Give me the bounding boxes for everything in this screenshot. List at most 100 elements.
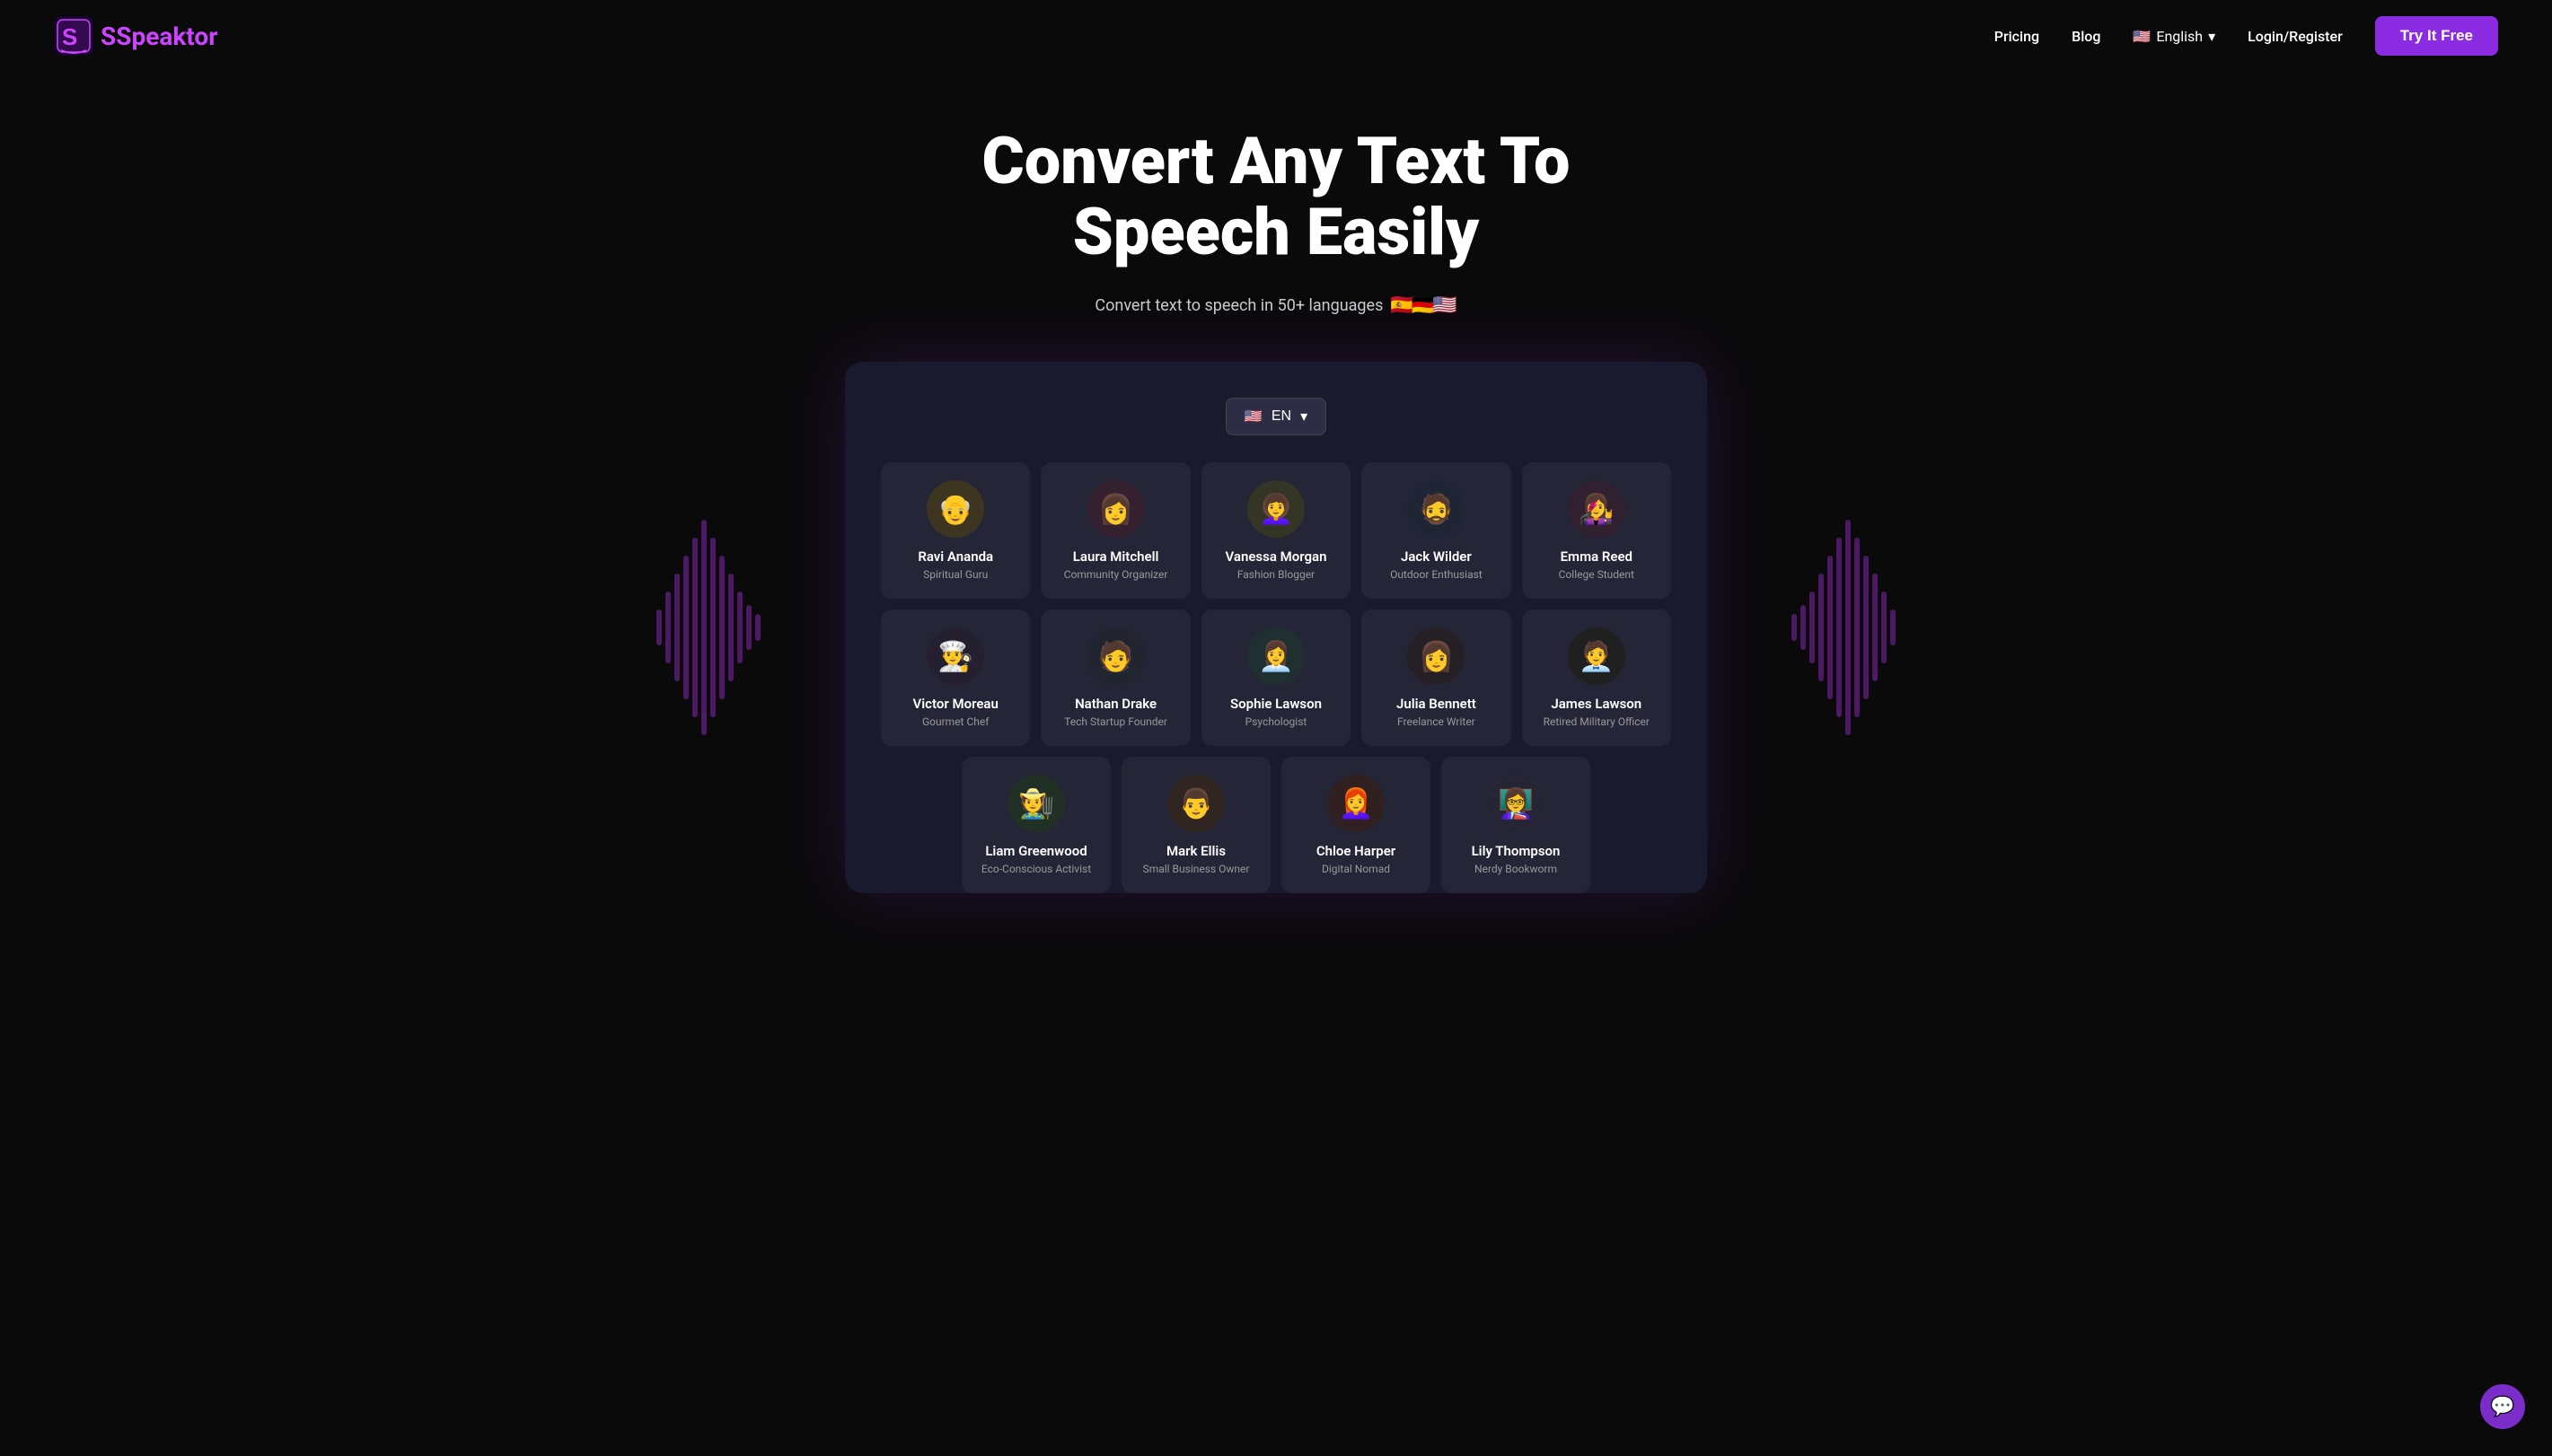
voice-role: Nerdy Bookworm bbox=[1452, 863, 1580, 875]
wave-bar bbox=[1818, 574, 1824, 681]
wave-bar bbox=[728, 574, 734, 681]
voice-role: Psychologist bbox=[1212, 715, 1340, 728]
voice-role: Freelance Writer bbox=[1372, 715, 1500, 728]
wave-bar bbox=[1872, 574, 1878, 681]
app-language-dropdown: 🇺🇸 EN ▾ bbox=[881, 398, 1671, 435]
voice-role: Tech Startup Founder bbox=[1052, 715, 1179, 728]
wave-bar bbox=[1845, 520, 1851, 735]
voice-role: Retired Military Officer bbox=[1533, 715, 1660, 728]
wave-bar bbox=[1791, 614, 1797, 641]
nav-pricing[interactable]: Pricing bbox=[1994, 28, 2039, 45]
chevron-down-icon: ▾ bbox=[2208, 28, 2215, 45]
voice-name: Lily Thompson bbox=[1452, 843, 1580, 859]
voice-name: Liam Greenwood bbox=[972, 843, 1100, 859]
voice-card[interactable]: 🧑‍💼 James Lawson Retired Military Officer bbox=[1522, 610, 1671, 746]
voice-avatar: 👩‍🦰 bbox=[1327, 775, 1385, 832]
app-flag-icon: 🇺🇸 bbox=[1245, 408, 1263, 425]
wave-bar bbox=[719, 556, 725, 699]
app-window: 🇺🇸 EN ▾ 👴 Ravi Ananda Spiritual Guru 👩 Laura… bbox=[845, 362, 1707, 893]
voice-grid-row2: 👨‍🍳 Victor Moreau Gourmet Chef 🧑 Nathan Drak… bbox=[881, 610, 1671, 746]
voice-card[interactable]: 👩 Laura Mitchell Community Organizer bbox=[1041, 462, 1190, 599]
wave-bar bbox=[1890, 610, 1896, 645]
voice-card[interactable]: 👨Mark EllisSmall Business Owner bbox=[1122, 757, 1271, 893]
voice-avatar: 👴 bbox=[927, 480, 984, 538]
hero-subtitle-text: Convert text to speech in 50+ languages bbox=[1095, 296, 1383, 315]
voice-avatar: 👩‍🎤 bbox=[1568, 480, 1625, 538]
hero-title: Convert Any Text To Speech Easily bbox=[872, 126, 1680, 268]
voice-avatar: 👩‍💼 bbox=[1247, 627, 1305, 685]
flag-us: 🇺🇸 bbox=[1432, 294, 1456, 317]
chat-bubble-button[interactable]: 💬 bbox=[2480, 1384, 2525, 1429]
app-lang-btn[interactable]: 🇺🇸 EN ▾ bbox=[1226, 398, 1326, 435]
voice-card[interactable]: 🧑 Nathan Drake Tech Startup Founder bbox=[1041, 610, 1190, 746]
language-selector[interactable]: 🇺🇸 English ▾ bbox=[2133, 28, 2215, 45]
voice-role: Fashion Blogger bbox=[1212, 568, 1340, 581]
voice-card[interactable]: 👩Julia BennettFreelance Writer bbox=[1361, 610, 1510, 746]
voice-card[interactable]: 👩‍🏫 Lily Thompson Nerdy Bookworm bbox=[1441, 757, 1590, 893]
voice-role: Small Business Owner bbox=[1132, 863, 1260, 875]
voice-avatar: 🧑 bbox=[1087, 627, 1145, 685]
voice-card[interactable]: 👩‍🎤 Emma Reed College Student bbox=[1522, 462, 1671, 599]
hero-subtitle: Convert text to speech in 50+ languages … bbox=[18, 294, 2534, 317]
wave-bar bbox=[1809, 592, 1815, 663]
app-lang-label: EN bbox=[1272, 408, 1291, 425]
voice-avatar: 🧑‍💼 bbox=[1568, 627, 1625, 685]
voice-avatar: 👩 bbox=[1087, 480, 1145, 538]
voice-name: Sophie Lawson bbox=[1212, 696, 1340, 712]
logo-s: S bbox=[101, 22, 116, 51]
speaktor-logo-icon: S bbox=[54, 16, 93, 56]
voice-role: Spiritual Guru bbox=[892, 568, 1019, 581]
try-it-free-button[interactable]: Try It Free bbox=[2375, 16, 2498, 56]
voice-name: Nathan Drake bbox=[1052, 696, 1179, 712]
voice-role: Gourmet Chef bbox=[892, 715, 1019, 728]
nav-links: Pricing Blog 🇺🇸 English ▾ Login/Register… bbox=[1994, 16, 2498, 56]
logo-text: SSpeaktor bbox=[101, 22, 217, 51]
right-waveform bbox=[1782, 362, 1905, 893]
us-flag-icon: 🇺🇸 bbox=[2133, 28, 2151, 45]
voice-avatar: 👩‍🏫 bbox=[1487, 775, 1544, 832]
left-waveform bbox=[647, 362, 770, 893]
voice-card[interactable]: 👩‍💼 Sophie Lawson Psychologist bbox=[1201, 610, 1351, 746]
voice-avatar: 👨‍🍳 bbox=[927, 627, 984, 685]
voice-name: Julia Bennett bbox=[1372, 696, 1500, 712]
voice-grid-row1: 👴 Ravi Ananda Spiritual Guru 👩 Laura Mitchel… bbox=[881, 462, 1671, 599]
wave-bar bbox=[710, 538, 716, 717]
language-label: English bbox=[2156, 28, 2203, 45]
voice-card[interactable]: 👩‍🦰 Chloe Harper Digital Nomad bbox=[1281, 757, 1430, 893]
wave-bar bbox=[746, 605, 752, 650]
navbar: S SSpeaktor Pricing Blog 🇺🇸 English ▾ Lo… bbox=[0, 0, 2552, 72]
voice-card[interactable]: 🧔Jack WilderOutdoor Enthusiast bbox=[1361, 462, 1510, 599]
voice-card[interactable]: 👴 Ravi Ananda Spiritual Guru bbox=[881, 462, 1030, 599]
logo[interactable]: S SSpeaktor bbox=[54, 16, 217, 56]
nav-blog[interactable]: Blog bbox=[2072, 28, 2100, 45]
voice-card[interactable]: 🧑‍🌾Liam GreenwoodEco-Conscious Activist bbox=[962, 757, 1111, 893]
voice-role: College Student bbox=[1533, 568, 1660, 581]
waveform-container: 🇺🇸 EN ▾ 👴 Ravi Ananda Spiritual Guru 👩 Laura… bbox=[647, 362, 1905, 893]
voice-name: James Lawson bbox=[1533, 696, 1660, 712]
wave-bar bbox=[1827, 556, 1833, 699]
voice-name: Emma Reed bbox=[1533, 548, 1660, 565]
wave-bar bbox=[737, 592, 743, 663]
wave-bar bbox=[1800, 605, 1806, 650]
voice-role: Outdoor Enthusiast bbox=[1372, 568, 1500, 581]
voice-name: Mark Ellis bbox=[1132, 843, 1260, 859]
wave-bar bbox=[1836, 538, 1842, 717]
wave-bar bbox=[683, 556, 689, 699]
wave-bar bbox=[656, 610, 662, 645]
voice-name: Laura Mitchell bbox=[1052, 548, 1179, 565]
voice-name: Ravi Ananda bbox=[892, 548, 1019, 565]
voice-role: Digital Nomad bbox=[1292, 863, 1420, 875]
voice-role: Community Organizer bbox=[1052, 568, 1179, 581]
voice-avatar: 👩‍🦱 bbox=[1247, 480, 1305, 538]
wave-bar bbox=[1854, 538, 1860, 717]
voice-card[interactable]: 👩‍🦱Vanessa MorganFashion Blogger bbox=[1201, 462, 1351, 599]
wave-bar bbox=[1863, 556, 1869, 699]
voice-avatar: 🧑‍🌾 bbox=[1008, 775, 1065, 832]
voice-name: Victor Moreau bbox=[892, 696, 1019, 712]
chat-icon: 💬 bbox=[2490, 1396, 2514, 1418]
voice-card[interactable]: 👨‍🍳 Victor Moreau Gourmet Chef bbox=[881, 610, 1030, 746]
nav-login[interactable]: Login/Register bbox=[2248, 28, 2343, 45]
wave-bar bbox=[1881, 592, 1887, 663]
wave-bar bbox=[755, 614, 761, 641]
voice-name: Chloe Harper bbox=[1292, 843, 1420, 859]
